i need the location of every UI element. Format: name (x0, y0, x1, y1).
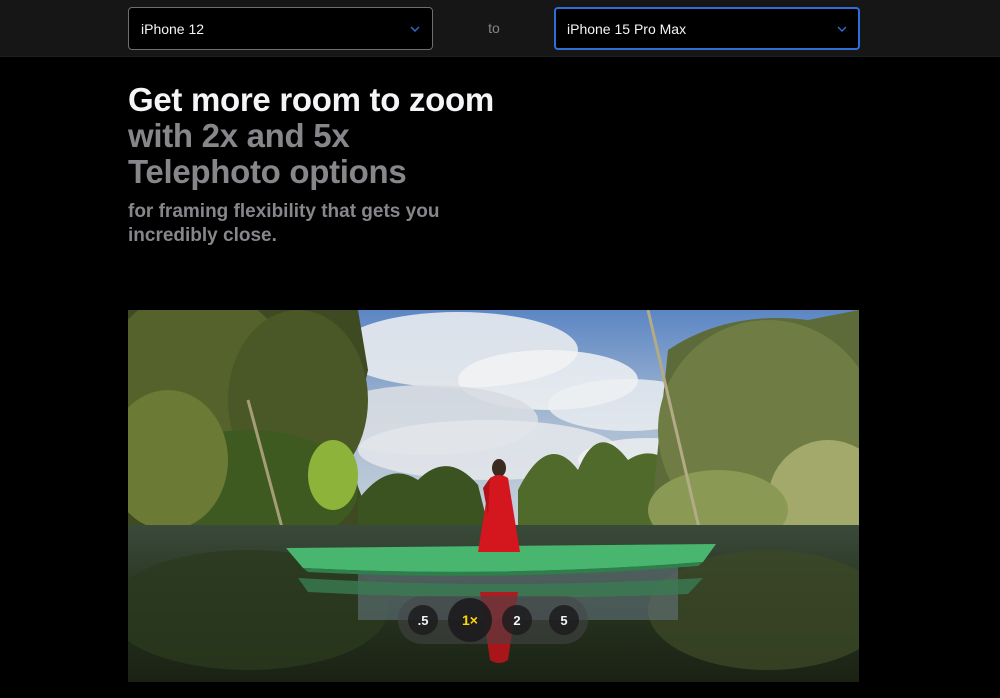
comparison-bar: iPhone 12 to iPhone 15 Pro Max (0, 0, 1000, 57)
left-device-select[interactable]: iPhone 12 (128, 7, 433, 50)
chevron-down-icon (410, 24, 420, 34)
page-headline: Get more room to zoom with 2x and 5x Tel… (128, 82, 548, 190)
headline-line-3: Telephoto options (128, 153, 407, 190)
zoom-option-1x[interactable]: 1× (448, 598, 492, 642)
page-subhead: for framing flexibility that gets you in… (128, 201, 440, 246)
headline-line-2: with 2x and 5x (128, 117, 350, 154)
zoom-option-0-5[interactable]: .5 (408, 605, 438, 635)
left-device-value: iPhone 12 (141, 20, 205, 37)
right-device-value: iPhone 15 Pro Max (567, 20, 687, 37)
headline-line-1: Get more room to zoom (128, 81, 494, 118)
zoom-option-2[interactable]: 2 (502, 605, 532, 635)
right-device-select[interactable]: iPhone 15 Pro Max (554, 7, 860, 50)
zoom-option-5[interactable]: 5 (549, 605, 579, 635)
connector-label: to (488, 20, 500, 36)
chevron-down-icon (837, 24, 847, 34)
